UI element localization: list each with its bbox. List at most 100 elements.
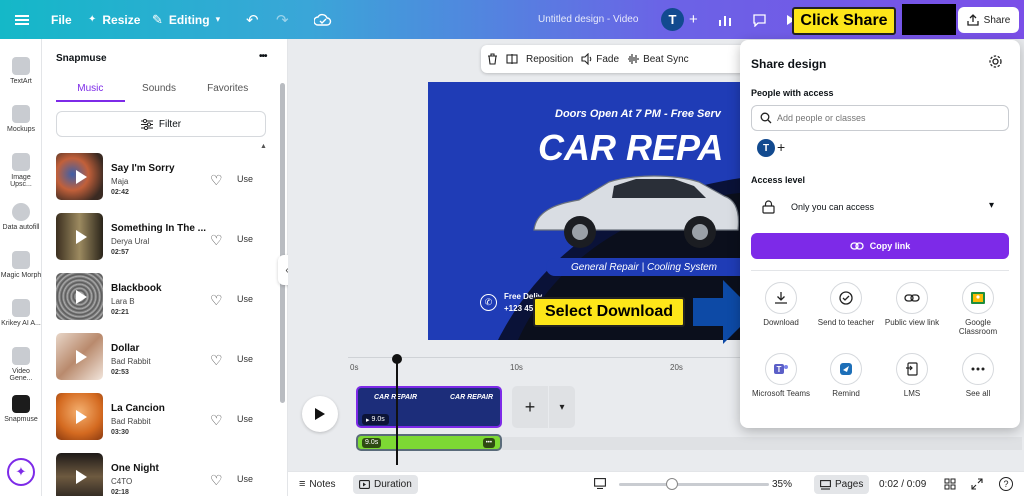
tab-favorites[interactable]: Favorites — [193, 82, 262, 102]
share-option-microsoft-teams[interactable]: T Microsoft Teams — [750, 353, 812, 398]
track-thumbnail[interactable] — [56, 393, 103, 440]
tab-sounds[interactable]: Sounds — [125, 82, 194, 102]
resize-button[interactable]: ✦ Resize — [88, 0, 140, 39]
fit-screen-button[interactable] — [594, 478, 606, 489]
share-option-see-all[interactable]: See all — [947, 353, 1009, 398]
track-thumbnail[interactable] — [56, 453, 103, 496]
document-title[interactable]: Untitled design - Video — [538, 14, 638, 25]
analytics-button[interactable] — [718, 0, 732, 39]
timeline-tick: 10s — [510, 363, 523, 372]
list-item[interactable]: One Night C4TO 02:18 ♡ Use — [56, 453, 284, 496]
people-search-input[interactable] — [777, 110, 997, 126]
clip-options-dropdown[interactable]: ▾ — [549, 386, 575, 428]
use-button[interactable]: Use — [237, 414, 253, 424]
people-search-field[interactable] — [751, 105, 1009, 131]
share-option-remind[interactable]: Remind — [815, 353, 877, 398]
zoom-slider[interactable] — [619, 478, 769, 490]
sidebar-item-video-generator[interactable]: Video Gene... — [0, 347, 42, 382]
track-thumbnail[interactable] — [56, 213, 103, 260]
zoom-slider-thumb[interactable] — [665, 478, 678, 490]
track-thumbnail[interactable] — [56, 273, 103, 320]
track-thumbnail[interactable] — [56, 333, 103, 380]
menu-button[interactable] — [14, 0, 30, 39]
tab-music[interactable]: Music — [56, 82, 125, 102]
filter-button[interactable]: Filter — [56, 111, 266, 137]
share-option-send-to-teacher[interactable]: Send to teacher — [815, 282, 877, 327]
comments-button[interactable] — [752, 0, 767, 39]
help-button[interactable]: ? — [999, 477, 1013, 491]
save-status-button[interactable] — [314, 0, 332, 39]
heart-icon[interactable]: ♡ — [210, 412, 223, 429]
track-thumbnail[interactable] — [56, 153, 103, 200]
share-settings-button[interactable] — [988, 54, 1003, 69]
use-button[interactable]: Use — [237, 174, 253, 184]
undo-button[interactable]: ↶ — [246, 0, 259, 39]
zoom-level[interactable]: 35% — [772, 479, 792, 490]
play-button[interactable] — [302, 396, 338, 432]
pages-button[interactable]: Pages — [814, 475, 870, 494]
magic-assistant-button[interactable]: ✦ — [7, 458, 35, 486]
share-option-download[interactable]: Download — [750, 282, 812, 327]
notes-button[interactable]: ≡ Notes — [299, 478, 336, 490]
duration-button[interactable]: Duration — [353, 475, 418, 494]
chevron-down-icon: ▾ — [989, 200, 995, 211]
collaborator-avatar[interactable]: T — [757, 139, 775, 157]
use-button[interactable]: Use — [237, 294, 253, 304]
use-button[interactable]: Use — [237, 474, 253, 484]
fullscreen-button[interactable] — [971, 478, 983, 490]
heart-icon[interactable]: ♡ — [210, 472, 223, 489]
list-item[interactable]: Say I'm Sorry Maja 02:42 ♡ Use — [56, 153, 284, 203]
split-button[interactable] — [506, 53, 518, 65]
share-option-label: Remind — [832, 389, 860, 398]
reposition-button[interactable]: Reposition — [526, 54, 573, 65]
heart-icon[interactable]: ♡ — [210, 292, 223, 309]
playhead-handle[interactable] — [392, 354, 402, 364]
audio-more-button[interactable]: ••• — [482, 438, 495, 448]
share-option-lms[interactable]: LMS — [881, 353, 943, 398]
file-menu[interactable]: File — [51, 0, 72, 39]
panel-more-button[interactable]: ••• — [259, 51, 267, 62]
use-button[interactable]: Use — [237, 354, 253, 364]
grid-icon — [944, 478, 956, 490]
grid-view-button[interactable] — [944, 478, 956, 490]
share-button[interactable]: Share — [958, 7, 1019, 33]
use-button[interactable]: Use — [237, 234, 253, 244]
panel-scrollbar[interactable] — [280, 83, 285, 403]
snapmuse-panel: Snapmuse ••• Music Sounds Favorites Filt… — [42, 39, 288, 496]
sidebar-item-mockups[interactable]: Mockups — [0, 105, 42, 133]
fade-button[interactable]: Fade — [581, 53, 619, 65]
sidebar-item-magic-morph[interactable]: Magic Morph — [0, 251, 42, 279]
heart-icon[interactable]: ♡ — [210, 352, 223, 369]
sidebar-item-data-autofill[interactable]: Data autofill — [0, 203, 42, 231]
sidebar-item-snapmuse[interactable]: Snapmuse — [0, 395, 42, 423]
playhead[interactable] — [396, 358, 398, 465]
share-option-public-view-link[interactable]: Public view link — [881, 282, 943, 327]
timeline-tick: 20s — [670, 363, 683, 372]
list-item[interactable]: La Cancion Bad Rabbit 03:30 ♡ Use — [56, 393, 284, 443]
video-clip[interactable]: CAR REPAIR CAR REPAIR ▸ 9.0s — [356, 386, 502, 428]
sidebar-item-krikey[interactable]: Krikey AI A... — [0, 299, 42, 327]
scroll-up-arrow[interactable]: ▲ — [260, 143, 267, 150]
share-option-label: Download — [763, 318, 799, 327]
add-clip-button[interactable]: + — [512, 386, 548, 428]
redo-button[interactable]: ↷ — [276, 0, 289, 39]
sidebar-item-textart[interactable]: TextArt — [0, 57, 42, 85]
add-collaborator-button[interactable]: + — [777, 139, 785, 155]
sidebar-item-label: Krikey AI A... — [1, 320, 41, 327]
share-option-google-classroom[interactable]: Google Classroom — [947, 282, 1009, 336]
beat-sync-button[interactable]: Beat Sync — [627, 53, 689, 65]
sidebar-item-image-upscaler[interactable]: Image Upsc... — [0, 153, 42, 188]
add-collaborator-button[interactable]: + — [689, 0, 698, 39]
list-item[interactable]: Dollar Bad Rabbit 02:53 ♡ Use — [56, 333, 284, 383]
heart-icon[interactable]: ♡ — [210, 232, 223, 249]
heart-icon[interactable]: ♡ — [210, 172, 223, 189]
audio-track[interactable]: 9.0s ••• — [356, 434, 502, 451]
list-item[interactable]: Something In The ... Derya Ural 02:57 ♡ … — [56, 213, 284, 263]
list-item[interactable]: Blackbook Lara B 02:21 ♡ Use — [56, 273, 284, 323]
copy-link-button[interactable]: Copy link — [751, 233, 1009, 259]
video-generator-icon — [12, 347, 30, 365]
user-avatar[interactable]: T — [661, 8, 684, 31]
access-level-select[interactable]: Only you can access ▾ — [751, 193, 1009, 223]
editing-mode-button[interactable]: ✎ Editing ▾ — [152, 0, 220, 39]
delete-button[interactable] — [487, 53, 498, 65]
